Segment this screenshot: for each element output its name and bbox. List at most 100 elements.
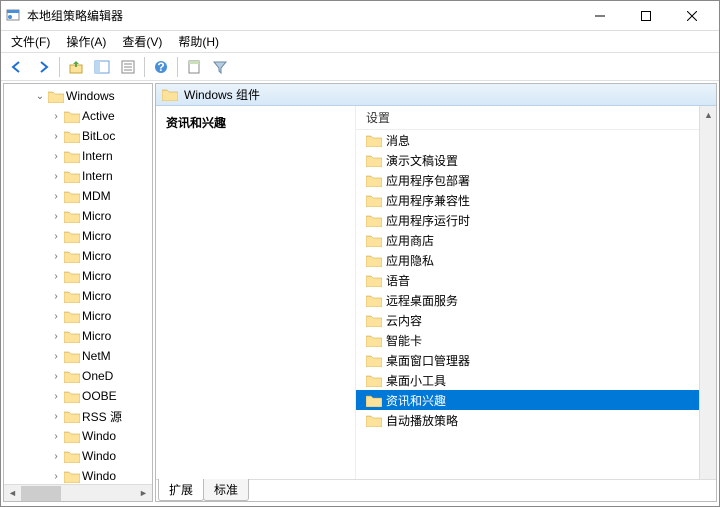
- list-body[interactable]: 消息演示文稿设置应用程序包部署应用程序兼容性应用程序运行时应用商店应用隐私语音远…: [356, 130, 716, 479]
- list-item[interactable]: 应用程序兼容性: [356, 190, 716, 210]
- list-item[interactable]: 桌面窗口管理器: [356, 350, 716, 370]
- folder-icon: [64, 408, 80, 424]
- scroll-up-button[interactable]: ▲: [700, 106, 716, 123]
- properties-button[interactable]: [116, 55, 140, 79]
- expand-icon[interactable]: ›: [50, 411, 62, 422]
- expand-icon[interactable]: ›: [50, 111, 62, 122]
- export-button[interactable]: [182, 55, 206, 79]
- menu-help[interactable]: 帮助(H): [170, 31, 227, 52]
- expand-icon[interactable]: ›: [50, 211, 62, 222]
- list-item[interactable]: 应用程序包部署: [356, 170, 716, 190]
- list-item[interactable]: 远程桌面服务: [356, 290, 716, 310]
- list-item[interactable]: 智能卡: [356, 330, 716, 350]
- expand-icon[interactable]: ›: [50, 271, 62, 282]
- expand-icon[interactable]: ›: [50, 291, 62, 302]
- expand-icon[interactable]: ›: [50, 331, 62, 342]
- svg-text:?: ?: [157, 60, 164, 74]
- tree-item[interactable]: ›Micro: [4, 286, 152, 306]
- expand-icon[interactable]: ›: [50, 471, 62, 482]
- tree-item[interactable]: ›BitLoc: [4, 126, 152, 146]
- collapse-icon[interactable]: ⌄: [34, 91, 46, 102]
- up-button[interactable]: [64, 55, 88, 79]
- tree-item-label: Micro: [82, 229, 111, 243]
- horizontal-scrollbar[interactable]: ◄ ►: [4, 484, 152, 501]
- expand-icon[interactable]: ›: [50, 171, 62, 182]
- expand-icon[interactable]: ›: [50, 191, 62, 202]
- expand-icon[interactable]: ›: [50, 371, 62, 382]
- tree[interactable]: ⌄Windows›Active›BitLoc›Intern›Intern›MDM…: [4, 84, 152, 484]
- list-item-label: 应用程序包部署: [386, 172, 470, 189]
- expand-icon[interactable]: ›: [50, 431, 62, 442]
- tree-item-root[interactable]: ⌄Windows: [4, 86, 152, 106]
- tab-standard[interactable]: 标准: [203, 479, 249, 501]
- tree-item[interactable]: › Windo: [4, 466, 152, 484]
- tree-item[interactable]: ›Intern: [4, 146, 152, 166]
- tree-item-label: Windo: [82, 469, 116, 483]
- vertical-scrollbar[interactable]: ▲: [699, 106, 716, 479]
- tree-item[interactable]: ›Intern: [4, 166, 152, 186]
- list-item[interactable]: 应用商店: [356, 230, 716, 250]
- tree-item-label: MDM: [82, 189, 111, 203]
- scroll-track[interactable]: [21, 485, 135, 502]
- expand-icon[interactable]: ›: [50, 451, 62, 462]
- tree-item[interactable]: ›Micro: [4, 206, 152, 226]
- forward-button[interactable]: [31, 55, 55, 79]
- list-item[interactable]: 桌面小工具: [356, 370, 716, 390]
- list-item[interactable]: 云内容: [356, 310, 716, 330]
- tree-item[interactable]: ›NetM: [4, 346, 152, 366]
- expand-icon[interactable]: ›: [50, 391, 62, 402]
- list-item[interactable]: 应用程序运行时: [356, 210, 716, 230]
- close-button[interactable]: [669, 1, 715, 30]
- tree-item[interactable]: ›Windo: [4, 446, 152, 466]
- expand-icon[interactable]: ›: [50, 351, 62, 362]
- tab-extended[interactable]: 扩展: [158, 479, 204, 501]
- list-item-label: 资讯和兴趣: [386, 392, 446, 409]
- expand-icon[interactable]: ›: [50, 151, 62, 162]
- list-item[interactable]: 语音: [356, 270, 716, 290]
- expand-icon[interactable]: ›: [50, 311, 62, 322]
- tree-item[interactable]: ›RSS 源: [4, 406, 152, 426]
- tree-item[interactable]: ›Micro: [4, 246, 152, 266]
- details-header-title: Windows 组件: [184, 86, 260, 103]
- menu-action[interactable]: 操作(A): [58, 31, 114, 52]
- minimize-button[interactable]: [577, 1, 623, 30]
- menu-view[interactable]: 查看(V): [114, 31, 170, 52]
- list-item[interactable]: 资讯和兴趣: [356, 390, 716, 410]
- scroll-thumb[interactable]: [21, 486, 61, 501]
- tree-item-label: Micro: [82, 329, 111, 343]
- maximize-button[interactable]: [623, 1, 669, 30]
- scroll-left-button[interactable]: ◄: [4, 485, 21, 502]
- tree-item[interactable]: ›OOBE: [4, 386, 152, 406]
- show-hide-tree-button[interactable]: [90, 55, 114, 79]
- folder-icon: [64, 288, 80, 304]
- back-button[interactable]: [5, 55, 29, 79]
- folder-icon: [366, 154, 382, 167]
- folder-icon: [366, 234, 382, 247]
- expand-icon[interactable]: ›: [50, 251, 62, 262]
- menu-file[interactable]: 文件(F): [3, 31, 58, 52]
- expand-icon[interactable]: ›: [50, 231, 62, 242]
- tree-item[interactable]: ›Windo: [4, 426, 152, 446]
- tree-item[interactable]: › Micro: [4, 226, 152, 246]
- list-item[interactable]: 自动播放策略: [356, 410, 716, 430]
- tree-item[interactable]: ›Micro: [4, 306, 152, 326]
- folder-icon: [366, 274, 382, 287]
- tree-item[interactable]: ›Active: [4, 106, 152, 126]
- filter-button[interactable]: [208, 55, 232, 79]
- list-item[interactable]: 消息: [356, 130, 716, 150]
- details-pane: Windows 组件 资讯和兴趣 设置 消息演示文稿设置应用程序包部署应用程序兼…: [155, 83, 717, 502]
- expand-icon[interactable]: ›: [50, 131, 62, 142]
- folder-icon: [64, 168, 80, 184]
- tree-item[interactable]: ›OneD: [4, 366, 152, 386]
- folder-icon: [64, 428, 80, 444]
- list-item[interactable]: 应用隐私: [356, 250, 716, 270]
- scroll-right-button[interactable]: ►: [135, 485, 152, 502]
- list-column-header[interactable]: 设置: [356, 106, 716, 130]
- description-pane: 资讯和兴趣: [156, 106, 356, 479]
- tree-item[interactable]: ›Micro: [4, 266, 152, 286]
- help-button[interactable]: ?: [149, 55, 173, 79]
- tree-item[interactable]: › MDM: [4, 186, 152, 206]
- list-item[interactable]: 演示文稿设置: [356, 150, 716, 170]
- list-item-label: 桌面窗口管理器: [386, 352, 470, 369]
- tree-item[interactable]: › Micro: [4, 326, 152, 346]
